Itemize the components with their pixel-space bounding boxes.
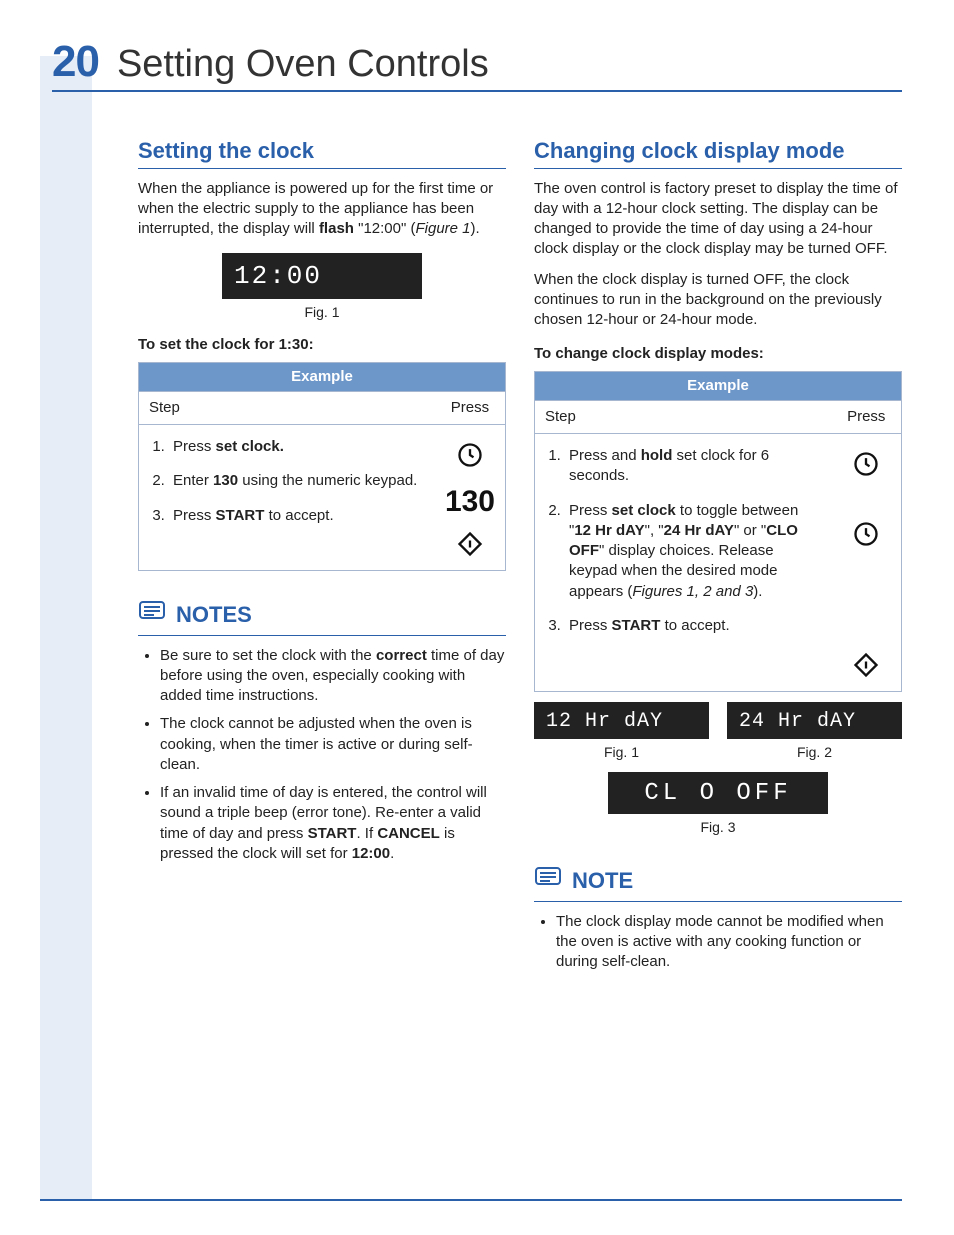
notes-icon <box>138 599 166 631</box>
note-label: NOTE <box>572 866 633 896</box>
subheading-set-130: To set the clock for 1:30: <box>138 335 506 355</box>
step-3: Press START to accept. <box>565 616 822 636</box>
subheading-change-modes: To change clock display modes: <box>534 344 902 364</box>
steps-list: Press set clock. Enter 130 using the num… <box>149 437 425 526</box>
note-item: The clock display mode cannot be modifie… <box>556 912 902 973</box>
paragraph: When the clock display is turned OFF, th… <box>534 270 902 331</box>
display-off: CL O OFF Fig. 3 <box>534 772 902 837</box>
table-header: Example <box>535 371 902 400</box>
intro-paragraph: When the appliance is powered up for the… <box>138 179 506 240</box>
clock-icon <box>456 441 484 475</box>
section-heading-setting-clock: Setting the clock <box>138 136 506 169</box>
col-press: Press <box>832 400 902 433</box>
display-row: 12 Hr dAY Fig. 1 24 Hr dAY Fig. 2 <box>534 702 902 762</box>
note-item: Be sure to set the clock with the correc… <box>160 646 506 707</box>
step-2: Enter 130 using the numeric keypad. <box>169 471 425 491</box>
footer-rule <box>40 1199 902 1201</box>
figure-caption: Fig. 1 <box>534 743 709 762</box>
notes-heading: NOTES <box>138 599 506 636</box>
note-heading: NOTE <box>534 865 902 902</box>
start-icon <box>456 530 484 564</box>
figure-caption: Fig. 1 <box>138 303 506 322</box>
left-accent-band <box>40 56 92 1199</box>
clock-icon <box>852 450 880 484</box>
notes-list: Be sure to set the clock with the correc… <box>138 646 506 865</box>
step-2: Press set clock to toggle between "12 Hr… <box>565 501 822 602</box>
left-column: Setting the clock When the appliance is … <box>138 120 506 981</box>
page-title: Setting Oven Controls <box>117 45 489 83</box>
step-1: Press and hold set clock for 6 seconds. <box>565 446 822 487</box>
figure-caption: Fig. 2 <box>727 743 902 762</box>
clock-icon <box>852 520 880 554</box>
step-3: Press START to accept. <box>169 506 425 526</box>
right-column: Changing clock display mode The oven con… <box>534 120 902 981</box>
text: ). <box>471 220 480 237</box>
page-header: 20 Setting Oven Controls <box>52 40 902 92</box>
example-table-set-clock: Example Step Press Press set clock. Ente… <box>138 362 506 571</box>
lcd-display-off: CL O OFF <box>608 772 828 814</box>
keypad-entry-130: 130 <box>445 485 495 518</box>
display-1200: 12:00 Fig. 1 <box>138 253 506 321</box>
col-step: Step <box>139 391 435 424</box>
page-number: 20 <box>52 40 99 84</box>
steps-list: Press and hold set clock for 6 seconds. … <box>545 446 822 636</box>
notes-icon <box>534 865 562 897</box>
lcd-display-24hr: 24 Hr dAY <box>727 702 902 739</box>
figure-caption: Fig. 3 <box>534 818 902 837</box>
note-item: The clock cannot be adjusted when the ov… <box>160 714 506 775</box>
col-step: Step <box>535 400 832 433</box>
notes-label: NOTES <box>176 600 252 630</box>
paragraph: The oven control is factory preset to di… <box>534 179 902 260</box>
example-table-display-mode: Example Step Press Press and hold set cl… <box>534 371 902 692</box>
lcd-display-12hr: 12 Hr dAY <box>534 702 709 739</box>
table-header: Example <box>139 362 506 391</box>
lcd-display: 12:00 <box>222 253 422 298</box>
figure-ref: Figure 1 <box>415 220 470 237</box>
note-item: If an invalid time of day is entered, th… <box>160 783 506 864</box>
note-list: The clock display mode cannot be modifie… <box>534 912 902 973</box>
col-press: Press <box>435 391 506 424</box>
section-heading-display-mode: Changing clock display mode <box>534 136 902 169</box>
text-bold: flash <box>319 220 354 237</box>
start-icon <box>852 651 880 685</box>
text: "12:00" ( <box>354 220 416 237</box>
step-1: Press set clock. <box>169 437 425 457</box>
